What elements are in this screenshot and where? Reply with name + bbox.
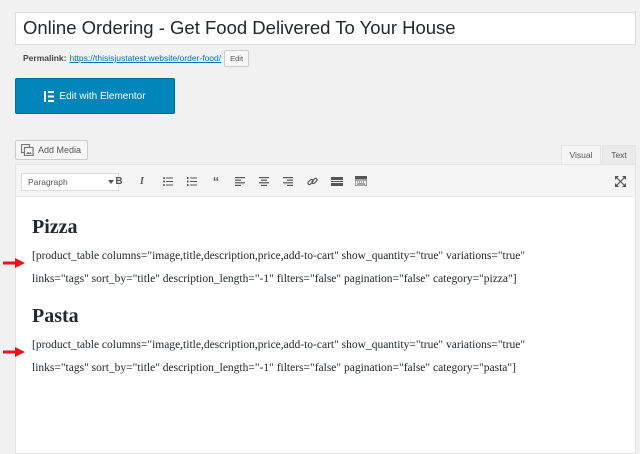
toolbar-toggle-icon[interactable]	[353, 173, 369, 189]
shortcode-pasta: [product_table columns="image,title,desc…	[32, 334, 632, 380]
add-media-icon	[21, 144, 34, 156]
align-center-icon[interactable]	[256, 173, 272, 189]
permalink-link[interactable]: https://thisisjustatest.website/order-fo…	[69, 53, 221, 63]
shortcode-pizza-line-1: [product_table columns="image,title,desc…	[32, 250, 526, 262]
align-right-icon[interactable]	[280, 173, 296, 189]
editor-content[interactable]: Pizza [product_table columns="image,titl…	[16, 197, 635, 453]
editor-panel: Paragraph B I “ Pizza [product_table col…	[15, 164, 636, 454]
shortcode-pasta-line-1: [product_table columns="image,title,desc…	[32, 339, 526, 351]
insert-link-icon[interactable]	[304, 173, 320, 189]
fullscreen-icon[interactable]	[612, 173, 628, 189]
tab-text[interactable]: Text	[602, 145, 636, 164]
red-arrow-icon	[3, 258, 25, 268]
section-heading-pizza: Pizza	[32, 216, 78, 238]
editor-toolbar: Paragraph B I “	[16, 165, 635, 197]
permalink-edit-button[interactable]: Edit	[224, 49, 250, 67]
numbered-list-icon[interactable]	[184, 173, 200, 189]
shortcode-pizza: [product_table columns="image,title,desc…	[32, 245, 632, 291]
read-more-icon[interactable]	[329, 173, 345, 189]
permalink-label: Permalink:	[23, 53, 67, 63]
edit-with-elementor-label: Edit with Elementor	[59, 90, 146, 102]
add-media-button[interactable]: Add Media	[15, 140, 89, 160]
shortcode-pasta-line-2: links="tags" sort_by="title" description…	[32, 362, 516, 374]
italic-icon[interactable]: I	[134, 173, 150, 189]
red-arrow-icon	[3, 347, 25, 357]
shortcode-pizza-line-2: links="tags" sort_by="title" description…	[32, 273, 517, 285]
format-select-value: Paragraph	[28, 177, 68, 187]
tab-visual[interactable]: Visual	[561, 145, 601, 164]
add-media-label: Add Media	[38, 145, 82, 155]
elementor-icon	[44, 90, 55, 102]
section-heading-pasta: Pasta	[32, 305, 79, 327]
bold-icon[interactable]: B	[111, 173, 127, 189]
post-title-input[interactable]: Online Ordering - Get Food Delivered To …	[15, 12, 636, 45]
permalink-row: Permalink: https://thisisjustatest.websi…	[23, 49, 250, 67]
edit-with-elementor-button[interactable]: Edit with Elementor	[15, 78, 175, 114]
bulleted-list-icon[interactable]	[160, 173, 176, 189]
align-left-icon[interactable]	[232, 173, 248, 189]
format-select[interactable]: Paragraph	[21, 173, 119, 191]
blockquote-icon[interactable]: “	[208, 173, 224, 189]
